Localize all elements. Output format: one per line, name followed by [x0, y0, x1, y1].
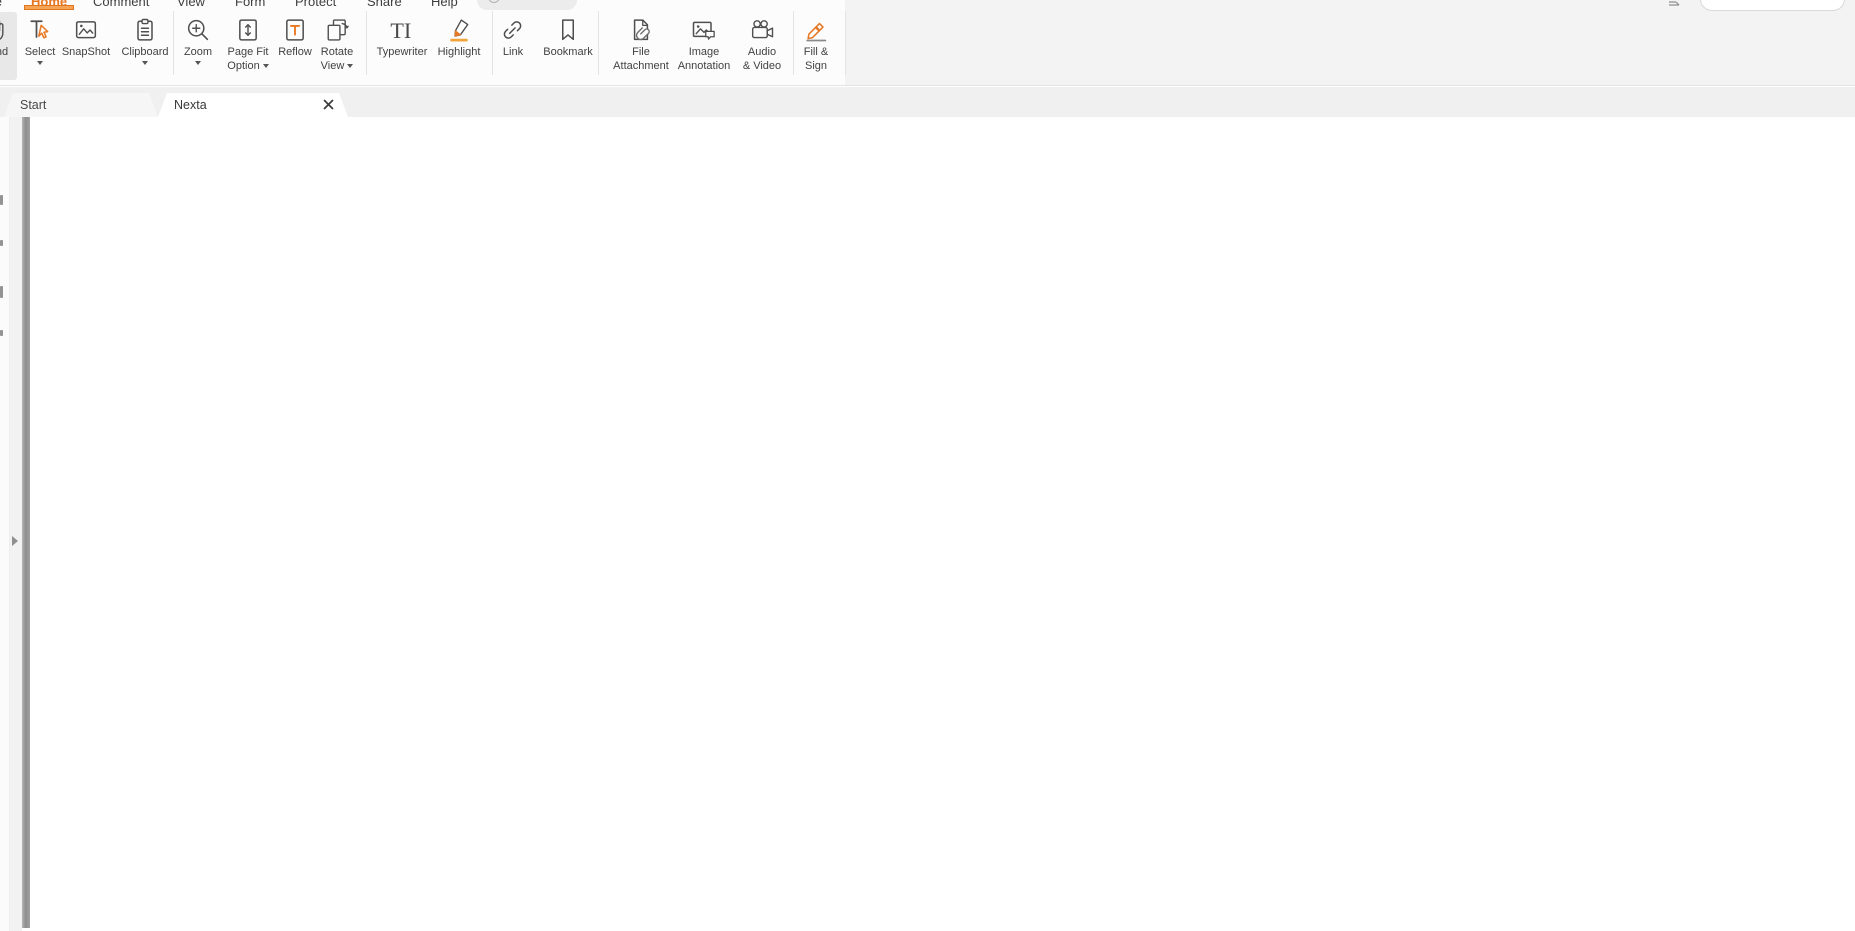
tab-start[interactable]: Start [4, 93, 158, 117]
ribbon-divider [793, 11, 794, 75]
image-annotation-label-line2: Annotation [677, 60, 731, 72]
menu-tab-form[interactable]: Form [235, 0, 265, 9]
tab-nexta[interactable]: Nexta [158, 93, 348, 117]
snapshot-button[interactable]: SnapShot [60, 12, 112, 80]
close-tab-icon[interactable] [323, 99, 334, 110]
panel-splitter[interactable] [22, 117, 30, 928]
document-tab-bar: Start Nexta [0, 87, 1855, 117]
ribbon-divider [492, 11, 493, 75]
reflow-icon [286, 19, 304, 41]
fill-and-sign-button[interactable]: Fill & Sign [795, 12, 837, 80]
typewriter-button[interactable]: TI Typewriter [372, 12, 432, 80]
hand-tool-button[interactable]: Hand [0, 12, 17, 80]
svg-text:TI: TI [390, 18, 411, 43]
app-window: File Home Comment View Form Protect Shar… [0, 0, 1855, 931]
menu-tab-share[interactable]: Share [367, 0, 402, 9]
select-label: Select [24, 46, 56, 58]
menu-tab-file[interactable]: File [0, 0, 2, 9]
rotate-view-icon [327, 19, 349, 41]
file-attachment-button[interactable]: File Attachment [608, 12, 674, 80]
audio-video-label-line1: Audio [747, 46, 777, 58]
ribbon-empty-area [845, 0, 1855, 85]
select-icon [30, 20, 49, 39]
tab-start-label: Start [20, 98, 47, 112]
menu-tab-help[interactable]: Help [431, 0, 458, 9]
pdf-page[interactable] [30, 117, 1855, 931]
reflow-button[interactable]: Reflow [272, 12, 318, 80]
zoom-icon [187, 19, 209, 41]
link-button[interactable]: Link [495, 12, 531, 80]
nav-panel-strip [10, 117, 22, 931]
ribbon-divider [845, 11, 846, 75]
panel-expand-arrow-icon[interactable] [12, 536, 18, 546]
find-search[interactable]: Find [1700, 0, 1845, 11]
hand-label: Hand [0, 46, 9, 58]
page-fit-option-button[interactable]: Page Fit Option [222, 12, 274, 80]
tell-me-search[interactable]: Tell me... [477, 0, 577, 10]
fill-sign-label-line1: Fill & [803, 46, 829, 58]
tab-nexta-label: Nexta [174, 98, 207, 112]
audio-video-button[interactable]: Audio & Video [737, 12, 787, 80]
audio-video-label-line2: & Video [742, 60, 782, 72]
menu-tab-view[interactable]: View [177, 0, 205, 9]
ribbon-divider [173, 11, 174, 75]
file-attachment-label-line2: Attachment [613, 60, 669, 72]
titlebar-partial-icon[interactable] [1666, 0, 1682, 9]
panel-icon-fragment [0, 240, 3, 246]
active-menu-underline [24, 5, 74, 10]
rotate-view-dropdown-caret[interactable] [347, 64, 354, 68]
snapshot-label: SnapShot [61, 46, 111, 58]
link-icon [503, 21, 522, 39]
highlight-button[interactable]: Highlight [433, 12, 485, 80]
image-annotation-button[interactable]: Image Annotation [673, 12, 735, 80]
file-attachment-icon [633, 19, 650, 41]
menu-tab-comment[interactable]: Comment [93, 0, 149, 9]
bookmark-label: Bookmark [543, 46, 593, 58]
file-attachment-label-line1: File [632, 46, 650, 58]
page-fit-label-line2: Option [227, 60, 269, 72]
zoom-button[interactable]: Zoom [178, 12, 218, 80]
image-annotation-label-line1: Image [688, 46, 720, 58]
select-button[interactable]: Select [18, 12, 62, 80]
panel-icon-fragment [0, 195, 3, 205]
rotate-view-label-line2: View [321, 60, 354, 72]
ribbon-divider [366, 11, 367, 75]
top-chrome: File Home Comment View Form Protect Shar… [0, 0, 1855, 86]
panel-icon-fragment [0, 330, 3, 336]
fill-sign-label-line2: Sign [804, 60, 828, 72]
clipboard-dropdown-caret[interactable] [142, 61, 148, 65]
link-label: Link [502, 46, 524, 58]
hand-icon [0, 20, 4, 40]
ribbon-divider [598, 11, 599, 75]
audio-video-icon [751, 20, 774, 39]
reflow-label: Reflow [278, 46, 312, 58]
fill-sign-icon [806, 22, 827, 42]
page-fit-label-line1: Page Fit [227, 46, 269, 58]
image-annotation-icon [692, 21, 715, 40]
clipboard-icon [137, 18, 153, 41]
typewriter-icon: TI [390, 18, 411, 43]
select-dropdown-caret[interactable] [37, 61, 43, 65]
snapshot-icon [75, 21, 97, 39]
zoom-dropdown-caret[interactable] [195, 61, 201, 65]
page-fit-dropdown-caret[interactable] [262, 64, 269, 68]
highlight-label: Highlight [437, 46, 481, 58]
zoom-label: Zoom [183, 46, 213, 58]
highlight-icon [450, 19, 469, 42]
typewriter-label: Typewriter [376, 46, 428, 58]
clipboard-label: Clipboard [121, 46, 169, 58]
bookmark-icon [561, 19, 575, 41]
bookmark-button[interactable]: Bookmark [540, 12, 596, 80]
rotate-view-button[interactable]: Rotate View [315, 12, 359, 80]
menu-tab-protect[interactable]: Protect [295, 0, 336, 9]
page-fit-icon [239, 19, 257, 41]
clipboard-button[interactable]: Clipboard [118, 12, 172, 80]
document-area [0, 117, 1855, 931]
panel-icon-fragment [0, 286, 3, 298]
rotate-view-label-line1: Rotate [320, 46, 354, 58]
tell-me-icon [488, 0, 500, 3]
nav-panel-sliver [0, 117, 10, 931]
